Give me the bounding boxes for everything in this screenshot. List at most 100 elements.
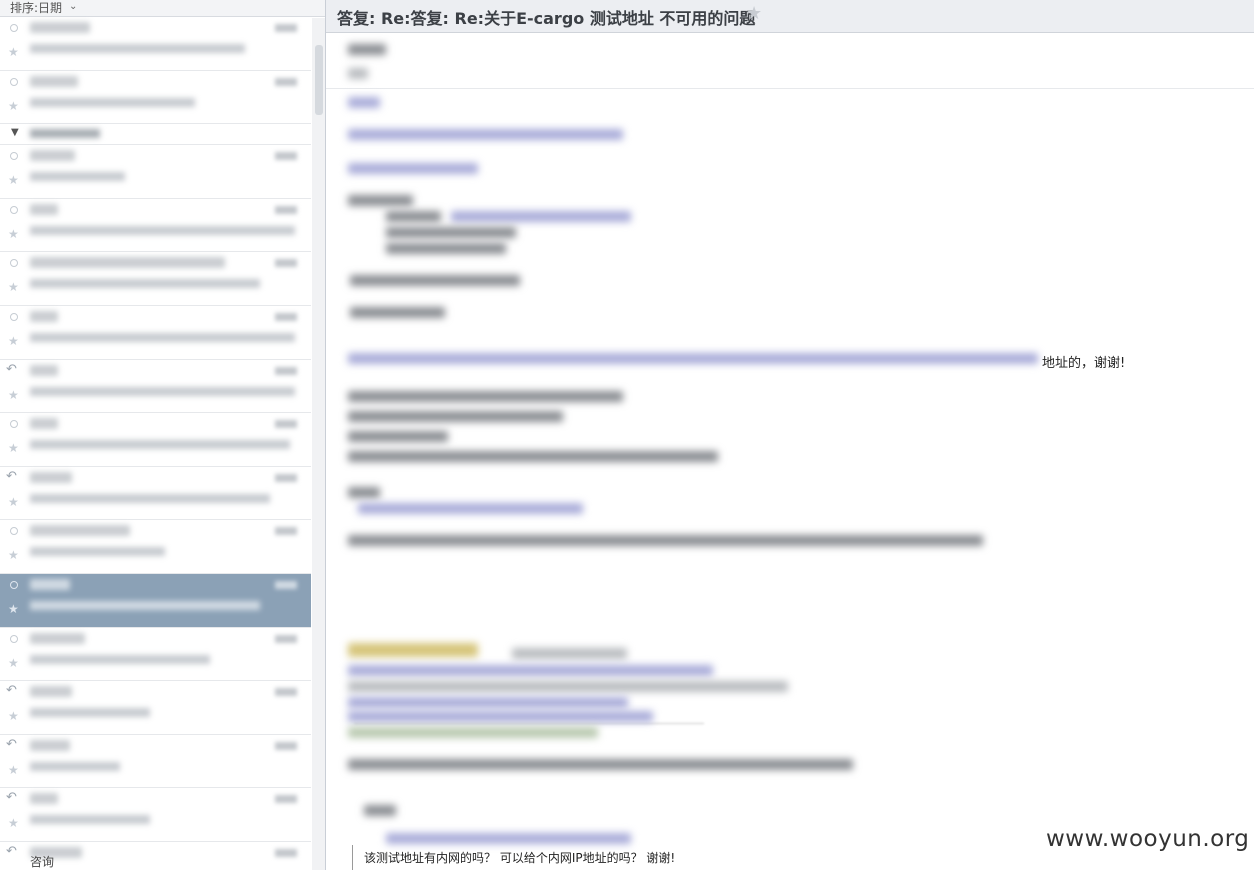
row-time-blurred xyxy=(275,742,297,750)
body-text-blurred xyxy=(348,411,563,422)
row-snippet-blurred xyxy=(30,494,270,503)
row-sender-blurred xyxy=(30,204,58,215)
row-sender-blurred xyxy=(30,22,90,33)
row-snippet-blurred xyxy=(30,708,150,717)
message-row[interactable]: ★ xyxy=(0,306,311,360)
star-icon[interactable]: ★ xyxy=(8,495,19,509)
row-time-blurred xyxy=(275,527,297,535)
star-icon[interactable]: ★ xyxy=(8,173,19,187)
message-row[interactable]: ★ xyxy=(0,413,311,467)
row-time-blurred xyxy=(275,313,297,321)
chevron-down-icon[interactable]: ⌄ xyxy=(69,1,77,12)
message-row[interactable]: ★ xyxy=(0,71,311,125)
reading-pane: 答复: Re:答复: Re:关于E-cargo 测试地址 不可用的问题 ★ xyxy=(326,0,1254,870)
body-text-blurred xyxy=(348,353,1038,364)
star-icon[interactable]: ★ xyxy=(8,763,19,777)
unread-dot-icon[interactable] xyxy=(10,24,18,32)
unread-dot-icon[interactable] xyxy=(10,581,18,589)
row-sender-blurred xyxy=(30,418,58,429)
body-text-blurred xyxy=(348,129,623,140)
body-text-blurred xyxy=(348,451,718,462)
star-icon[interactable]: ★ xyxy=(8,99,19,113)
message-row[interactable]: ★ xyxy=(0,17,311,71)
message-row[interactable]: ↶ ★ xyxy=(0,360,311,414)
body-text-blurred xyxy=(348,431,448,442)
message-row[interactable]: ★ xyxy=(0,252,311,306)
row-time-blurred xyxy=(275,795,297,803)
row-snippet-blurred xyxy=(30,440,290,449)
message-row[interactable]: ↶ ★ xyxy=(0,681,311,735)
star-icon[interactable]: ★ xyxy=(8,334,19,348)
star-icon[interactable]: ★ xyxy=(8,816,19,830)
signature-logo-blurred xyxy=(348,643,478,657)
row-time-blurred xyxy=(275,849,297,857)
unread-dot-icon[interactable] xyxy=(10,78,18,86)
body-text-blurred xyxy=(350,275,520,286)
date-group-header[interactable]: ▼ xyxy=(0,124,311,145)
row-sender-blurred xyxy=(30,365,58,376)
star-icon[interactable]: ★ xyxy=(8,656,19,670)
unread-dot-icon[interactable] xyxy=(10,259,18,267)
message-row[interactable]: ↶ ★ xyxy=(0,735,311,789)
message-row[interactable]: ★ xyxy=(0,520,311,574)
body-text-blurred xyxy=(348,487,380,498)
list-scrollbar-thumb[interactable] xyxy=(315,45,323,115)
body-link-blurred xyxy=(451,211,631,222)
body-text-blurred xyxy=(348,163,478,174)
unread-dot-icon[interactable] xyxy=(10,152,18,160)
star-icon[interactable]: ★ xyxy=(746,3,762,24)
body-visible-text: 地址的，谢谢! xyxy=(1042,352,1125,371)
body-text-blurred xyxy=(348,195,413,206)
message-row[interactable]: ★ xyxy=(0,145,311,199)
unread-dot-icon[interactable] xyxy=(10,527,18,535)
watermark: www.wooyun.org xyxy=(1046,826,1249,852)
message-row[interactable]: ★ xyxy=(0,199,311,253)
list-scrollbar[interactable] xyxy=(312,18,325,870)
reply-icon: ↶ xyxy=(6,844,17,859)
body-text-blurred xyxy=(348,97,380,108)
row-snippet-blurred xyxy=(30,44,245,53)
message-row[interactable]: ★ xyxy=(0,628,311,682)
star-icon[interactable]: ★ xyxy=(8,388,19,402)
body-text-blurred xyxy=(348,391,623,402)
sort-label[interactable]: 排序:日期 xyxy=(10,0,62,16)
star-icon[interactable]: ★ xyxy=(8,602,19,616)
message-row[interactable]: ↶ ★ xyxy=(0,467,311,521)
star-icon[interactable]: ★ xyxy=(8,280,19,294)
body-link-blurred xyxy=(386,833,631,844)
message-row[interactable]: ↶ ★ xyxy=(0,788,311,842)
star-icon[interactable]: ★ xyxy=(8,709,19,723)
unread-dot-icon[interactable] xyxy=(10,420,18,428)
row-time-blurred xyxy=(275,24,297,32)
reply-icon: ↶ xyxy=(6,737,17,752)
body-text-blurred xyxy=(386,211,441,222)
folder-footer-label: 咨询 xyxy=(30,853,54,870)
reply-icon: ↶ xyxy=(6,683,17,698)
message-row-selected[interactable]: ★ xyxy=(0,574,311,628)
triangle-down-icon[interactable]: ▼ xyxy=(11,127,19,138)
row-sender-blurred xyxy=(30,793,58,804)
body-text-blurred xyxy=(348,759,853,770)
star-icon[interactable]: ★ xyxy=(8,227,19,241)
row-snippet-blurred xyxy=(30,601,260,610)
row-snippet-blurred xyxy=(30,547,165,556)
unread-dot-icon[interactable] xyxy=(10,313,18,321)
row-time-blurred xyxy=(275,206,297,214)
sort-bar[interactable]: 排序:日期 ⌄ xyxy=(0,0,325,17)
row-time-blurred xyxy=(275,152,297,160)
row-snippet-blurred xyxy=(30,172,125,181)
star-icon[interactable]: ★ xyxy=(8,548,19,562)
unread-dot-icon[interactable] xyxy=(10,635,18,643)
row-sender-blurred xyxy=(30,579,70,590)
row-snippet-blurred xyxy=(30,333,295,342)
star-icon[interactable]: ★ xyxy=(8,441,19,455)
unread-dot-icon[interactable] xyxy=(10,206,18,214)
star-icon[interactable]: ★ xyxy=(8,45,19,59)
row-snippet-blurred xyxy=(30,762,120,771)
row-sender-blurred xyxy=(30,686,72,697)
message-meta xyxy=(346,34,1046,86)
body-text-blurred xyxy=(364,805,396,816)
body-text-blurred xyxy=(350,307,445,318)
row-sender-blurred xyxy=(30,633,85,644)
row-time-blurred xyxy=(275,78,297,86)
